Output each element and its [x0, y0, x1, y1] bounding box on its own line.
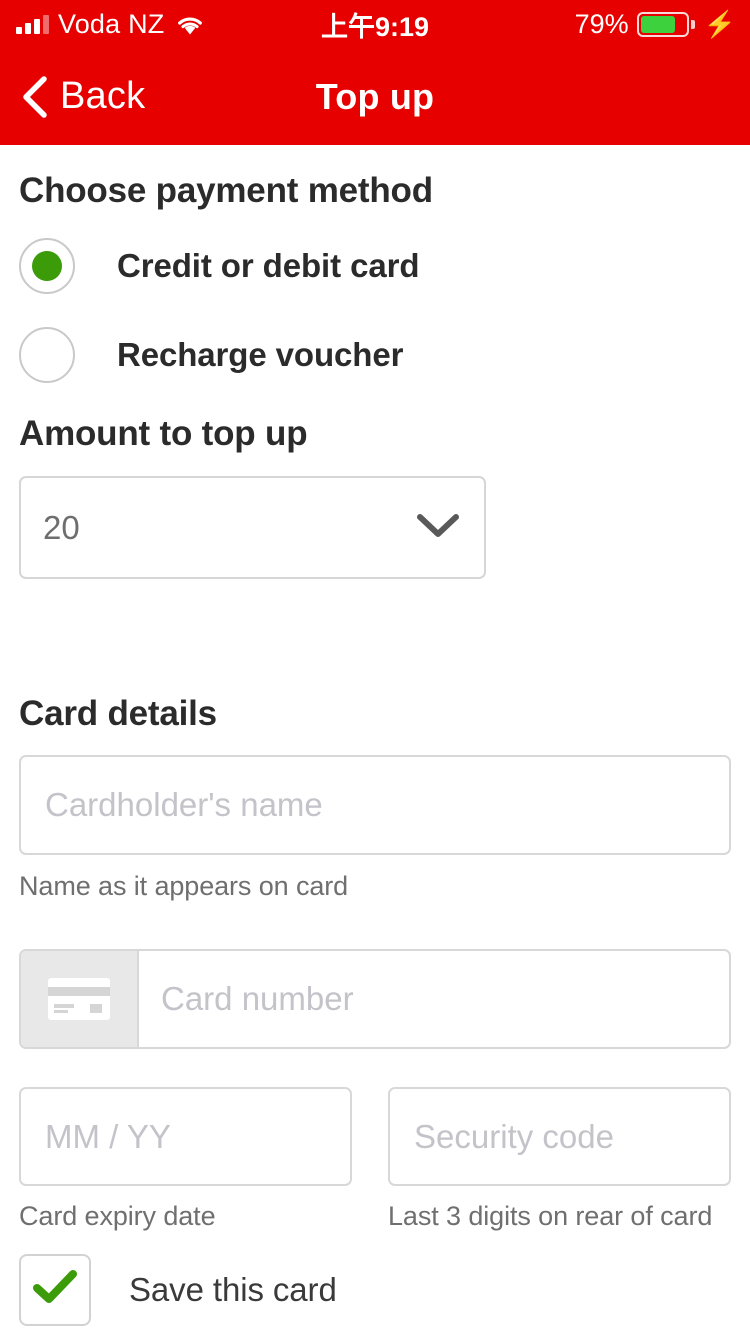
save-card-checkbox[interactable]: [19, 1254, 91, 1326]
security-code-field[interactable]: [388, 1087, 731, 1186]
charging-bolt-icon: ⚡: [703, 9, 736, 39]
security-code-input[interactable]: [390, 1089, 729, 1184]
amount-select-value: 20: [43, 508, 80, 546]
credit-card-icon: [21, 951, 139, 1047]
cardholder-name-field[interactable]: [19, 755, 731, 855]
status-bar: Voda NZ 上午9:19 79% ⚡: [0, 0, 750, 48]
payment-option-recharge-voucher[interactable]: Recharge voucher: [19, 327, 731, 383]
chevron-down-icon: [414, 510, 462, 545]
expiry-and-security-row: Card expiry date Last 3 digits on rear o…: [19, 1087, 731, 1232]
signal-strength-icon: [16, 14, 49, 34]
status-bar-right: 79% ⚡: [575, 9, 736, 40]
radio-button-recharge-voucher[interactable]: [19, 327, 75, 383]
wifi-icon: [176, 14, 204, 35]
payment-option-credit-or-debit-card[interactable]: Credit or debit card: [19, 238, 731, 294]
back-button-label: Back: [60, 75, 146, 117]
save-this-card-row[interactable]: Save this card: [19, 1254, 731, 1326]
cardholder-name-input[interactable]: [21, 757, 729, 853]
save-card-label: Save this card: [129, 1271, 337, 1308]
choose-payment-method-heading: Choose payment method: [19, 171, 433, 210]
amount-select[interactable]: 20: [19, 476, 486, 579]
checkmark-icon: [33, 1269, 77, 1311]
security-code-helper: Last 3 digits on rear of card: [388, 1201, 713, 1231]
radio-button-credit-or-debit-card[interactable]: [19, 238, 75, 294]
security-code-column: Last 3 digits on rear of card: [388, 1087, 731, 1232]
card-expiry-input[interactable]: [21, 1089, 350, 1184]
payment-option-label: Credit or debit card: [117, 247, 420, 284]
cardholder-name-helper: Name as it appears on card: [19, 871, 349, 901]
card-details-heading: Card details: [19, 694, 217, 733]
payment-option-label: Recharge voucher: [117, 336, 404, 373]
status-bar-left: Voda NZ: [16, 9, 204, 40]
back-button[interactable]: Back: [0, 75, 145, 119]
expiry-column: Card expiry date: [19, 1087, 352, 1232]
amount-to-top-up-heading: Amount to top up: [19, 414, 308, 453]
battery-percentage: 79%: [574, 8, 629, 39]
nav-bar: Back Top up: [0, 48, 750, 145]
card-number-input[interactable]: [139, 951, 729, 1047]
chevron-left-icon: [20, 75, 48, 119]
main-content: Choose payment method Credit or debit ca…: [0, 171, 750, 1326]
card-number-field[interactable]: [19, 949, 731, 1049]
card-expiry-helper: Card expiry date: [19, 1201, 216, 1231]
carrier-name: Voda NZ: [58, 8, 165, 39]
battery-icon: [636, 11, 695, 37]
card-expiry-field[interactable]: [19, 1087, 352, 1186]
